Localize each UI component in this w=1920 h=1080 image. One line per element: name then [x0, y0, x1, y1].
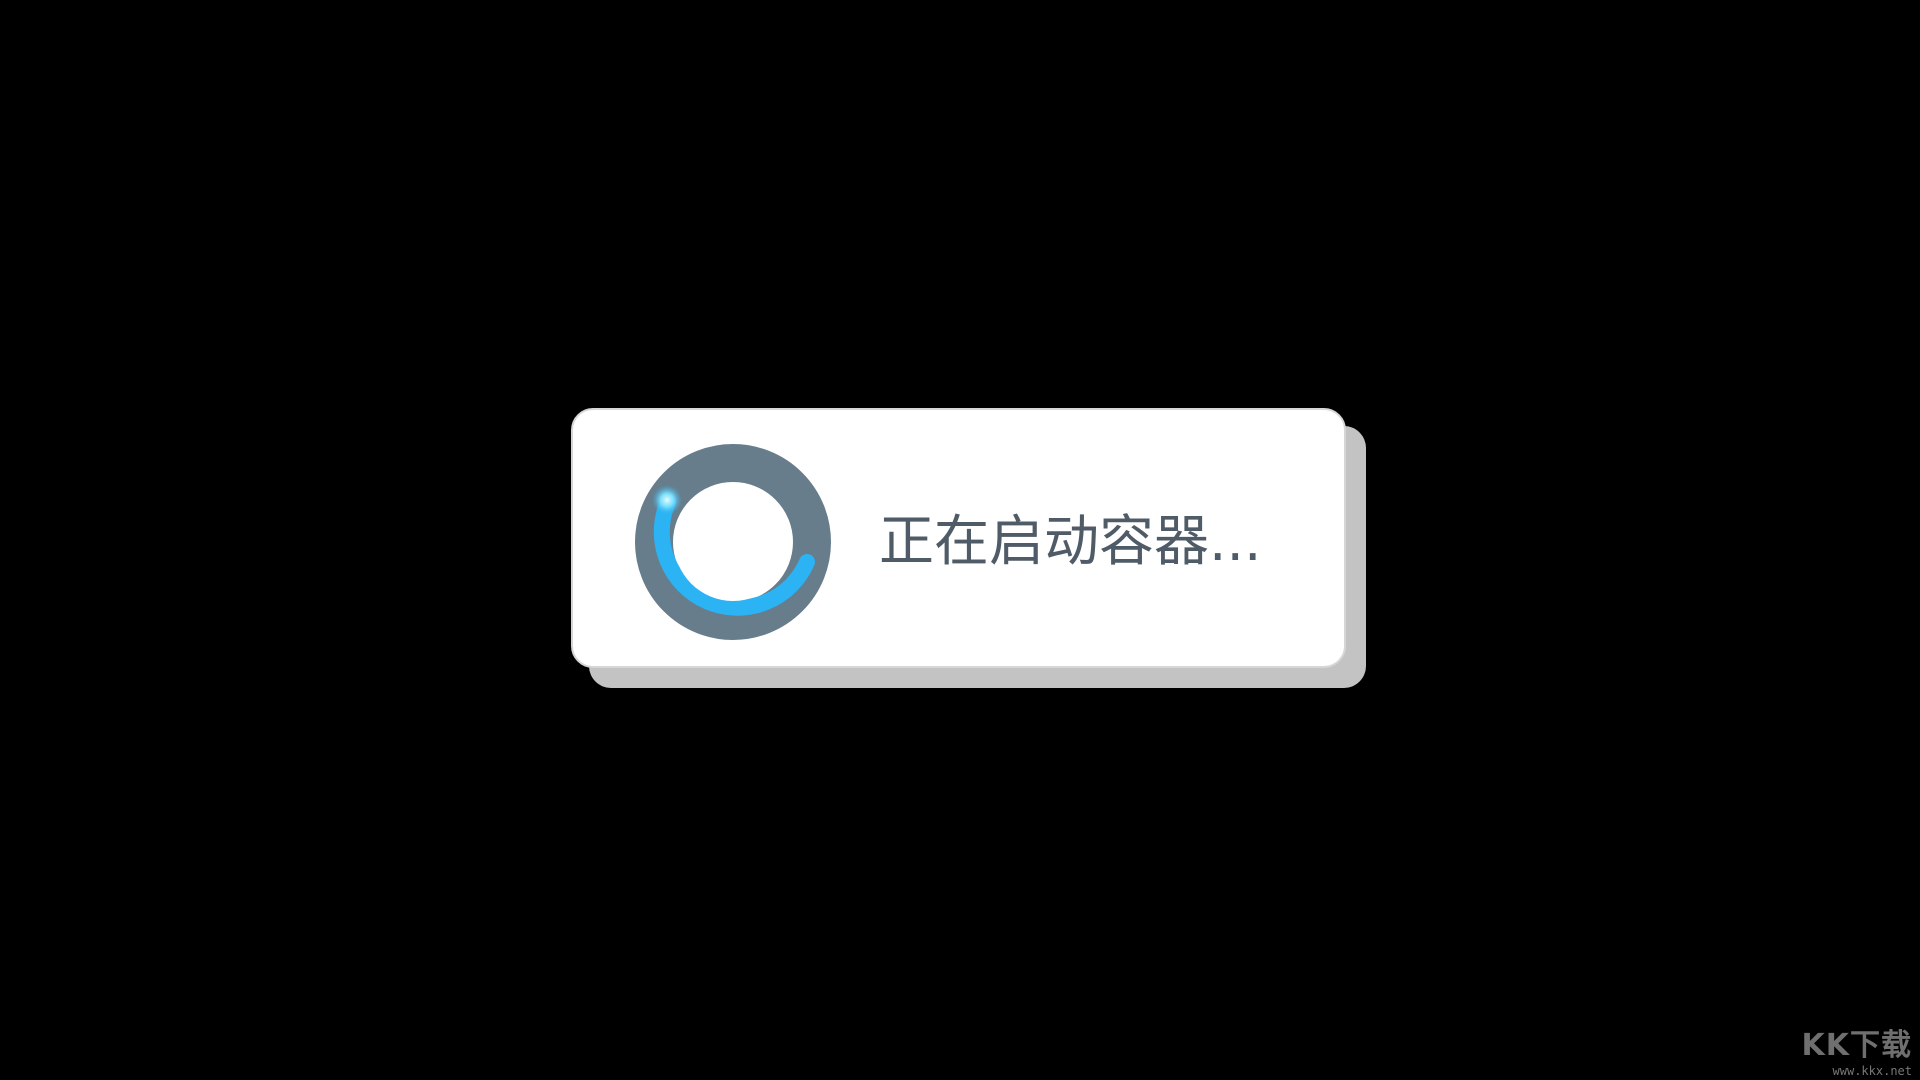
- loading-message: 正在启动容器...: [879, 509, 1262, 573]
- watermark-logo: KK下载: [1801, 1028, 1912, 1063]
- loading-spinner-icon: [635, 444, 831, 640]
- loading-dialog: 正在启动容器...: [571, 408, 1366, 688]
- watermark: KK下载 www.kkx.net: [1792, 1020, 1913, 1078]
- screen: 正在启动容器... KK下载 www.kkx.net: [0, 0, 1920, 1080]
- dialog-body: 正在启动容器...: [571, 408, 1346, 668]
- watermark-url: www.kkx.net: [1832, 1064, 1912, 1078]
